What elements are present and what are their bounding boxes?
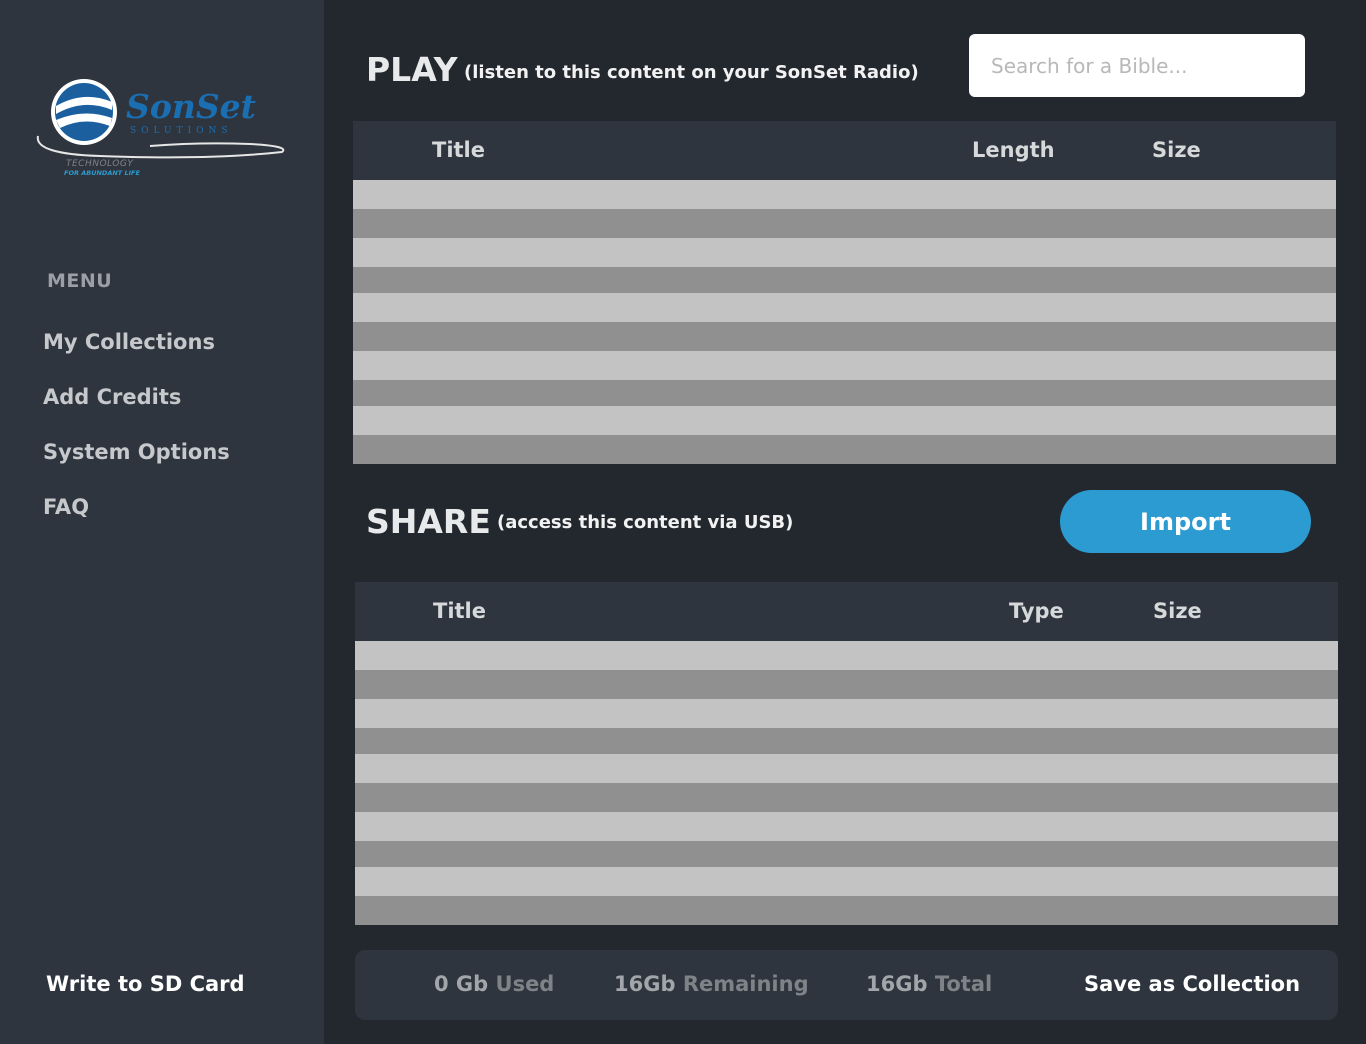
- storage-used-label: Used: [495, 972, 555, 996]
- table-row[interactable]: [355, 754, 1338, 783]
- play-table: Title Length Size: [353, 121, 1336, 464]
- table-row[interactable]: [353, 267, 1336, 293]
- play-table-header: Title Length Size: [353, 121, 1336, 180]
- table-row[interactable]: [355, 867, 1338, 896]
- table-row[interactable]: [353, 180, 1336, 209]
- table-row[interactable]: [353, 380, 1336, 406]
- column-header-title[interactable]: Title: [433, 599, 486, 623]
- brand-tagline-1: TECHNOLOGY: [66, 159, 134, 169]
- share-table: Title Type Size: [355, 582, 1338, 925]
- storage-total-value: 16Gb: [866, 972, 928, 996]
- table-row[interactable]: [355, 728, 1338, 754]
- table-row[interactable]: [355, 670, 1338, 699]
- storage-remaining-label: Remaining: [682, 972, 809, 996]
- table-row[interactable]: [353, 435, 1336, 464]
- storage-remaining: 16Gb Remaining: [614, 972, 809, 996]
- import-button[interactable]: Import: [1060, 490, 1311, 553]
- table-row[interactable]: [353, 209, 1336, 238]
- storage-total: 16Gb Total: [866, 972, 992, 996]
- share-subtitle: (access this content via USB): [497, 512, 794, 533]
- brand-subname: SOLUTIONS: [130, 126, 233, 136]
- menu-heading: MENU: [47, 270, 113, 292]
- table-row[interactable]: [353, 351, 1336, 380]
- play-title: PLAY: [366, 50, 458, 89]
- share-table-body: [355, 641, 1338, 925]
- column-header-size[interactable]: Size: [1152, 138, 1201, 162]
- table-row[interactable]: [355, 812, 1338, 841]
- play-table-body: [353, 180, 1336, 464]
- brand-name: SonSet: [126, 87, 256, 126]
- brand-tagline-2: FOR ABUNDANT LIFE: [64, 169, 141, 177]
- share-title: SHARE: [366, 502, 491, 541]
- table-row[interactable]: [353, 406, 1336, 435]
- storage-used: 0 Gb Used: [434, 972, 554, 996]
- table-row[interactable]: [355, 783, 1338, 812]
- table-row[interactable]: [355, 699, 1338, 728]
- table-row[interactable]: [355, 896, 1338, 925]
- column-header-length[interactable]: Length: [972, 138, 1055, 162]
- play-subtitle: (listen to this content on your SonSet R…: [464, 62, 919, 83]
- save-as-collection-button[interactable]: Save as Collection: [1084, 972, 1300, 996]
- search-input[interactable]: [969, 34, 1305, 97]
- table-row[interactable]: [353, 322, 1336, 351]
- table-row[interactable]: [355, 841, 1338, 867]
- sidebar-item-my-collections[interactable]: My Collections: [43, 330, 215, 354]
- column-header-type[interactable]: Type: [1009, 599, 1064, 623]
- write-to-sd-card-button[interactable]: Write to SD Card: [46, 972, 245, 996]
- sidebar-item-add-credits[interactable]: Add Credits: [43, 385, 181, 409]
- sidebar-item-system-options[interactable]: System Options: [43, 440, 230, 464]
- table-row[interactable]: [353, 238, 1336, 267]
- sidebar-item-faq[interactable]: FAQ: [43, 495, 89, 519]
- table-row[interactable]: [355, 641, 1338, 670]
- storage-footer: 0 Gb Used 16Gb Remaining 16Gb Total Save…: [355, 950, 1338, 1020]
- sonset-logo: SonSet SOLUTIONS TECHNOLOGY FOR ABUNDANT…: [36, 79, 285, 177]
- storage-used-value: 0 Gb: [434, 972, 489, 996]
- column-header-size[interactable]: Size: [1153, 599, 1202, 623]
- storage-total-label: Total: [934, 972, 993, 996]
- storage-remaining-value: 16Gb: [614, 972, 676, 996]
- table-row[interactable]: [353, 293, 1336, 322]
- column-header-title[interactable]: Title: [432, 138, 485, 162]
- sidebar: SonSet SOLUTIONS TECHNOLOGY FOR ABUNDANT…: [0, 0, 324, 1044]
- share-table-header: Title Type Size: [355, 582, 1338, 641]
